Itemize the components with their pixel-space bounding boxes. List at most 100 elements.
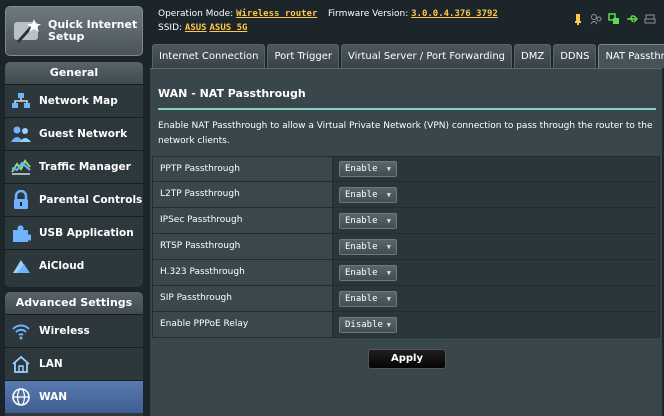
puzzle-icon bbox=[10, 222, 32, 244]
sidebar-item-wireless[interactable]: Wireless bbox=[5, 314, 143, 347]
setting-value-cell: Enable ▼ bbox=[333, 182, 659, 207]
dropdown-caret-icon: ▼ bbox=[386, 320, 391, 329]
operation-mode-link[interactable]: Wireless router bbox=[236, 9, 317, 19]
general-menu-header: General bbox=[5, 62, 143, 84]
setting-row: SIP Passthrough Enable ▼ bbox=[152, 286, 660, 312]
setting-label: L2TP Passthrough bbox=[153, 182, 333, 207]
tab-nat-passthrough[interactable]: NAT Passthrough bbox=[598, 44, 664, 68]
setting-label: PPTP Passthrough bbox=[153, 157, 333, 181]
page-description: Enable NAT Passthrough to allow a Virtua… bbox=[158, 121, 653, 146]
l2tp-passthrough-select[interactable]: Enable ▼ bbox=[339, 186, 397, 203]
usb-icon[interactable] bbox=[626, 10, 639, 23]
sip-passthrough-select[interactable]: Enable ▼ bbox=[339, 290, 397, 307]
title-divider bbox=[158, 108, 656, 110]
general-menu: General Network Map Guest Network Traffi… bbox=[5, 62, 143, 287]
sidebar-item-label: USB Application bbox=[39, 226, 134, 239]
setting-label: H.323 Passthrough bbox=[153, 260, 333, 285]
notification-icon[interactable] bbox=[572, 10, 584, 25]
setting-row: H.323 Passthrough Enable ▼ bbox=[152, 260, 660, 286]
dropdown-caret-icon: ▼ bbox=[386, 242, 391, 251]
operation-mode-line: Operation Mode: Wireless router bbox=[158, 9, 317, 19]
sidebar-item-label: Traffic Manager bbox=[39, 160, 131, 173]
sidebar-item-traffic-manager[interactable]: Traffic Manager bbox=[5, 150, 143, 183]
sidebar-item-usb-application[interactable]: USB Application bbox=[5, 216, 143, 249]
tab-dmz[interactable]: DMZ bbox=[514, 44, 552, 68]
traffic-chart-icon bbox=[10, 156, 32, 178]
cloud-icon bbox=[10, 255, 32, 277]
sidebar: Quick Internet Setup General Network Map… bbox=[0, 0, 148, 416]
h323-passthrough-select[interactable]: Enable ▼ bbox=[339, 264, 397, 281]
ssid-label: SSID: bbox=[158, 23, 183, 33]
setting-label: RTSP Passthrough bbox=[153, 234, 333, 259]
sidebar-item-network-map[interactable]: Network Map bbox=[5, 84, 143, 117]
settings-table: PPTP Passthrough Enable ▼ L2TP Passthroug… bbox=[152, 156, 660, 338]
pptp-passthrough-select[interactable]: Enable ▼ bbox=[339, 161, 397, 177]
select-value: Enable bbox=[345, 267, 378, 278]
tab-port-trigger[interactable]: Port Trigger bbox=[267, 44, 339, 68]
advanced-settings-menu: Advanced Settings Wireless LAN WAN bbox=[5, 292, 143, 416]
setting-value-cell: Enable ▼ bbox=[333, 234, 659, 259]
setting-row: Enable PPPoE Relay Disable ▼ bbox=[152, 312, 660, 338]
setting-value-cell: Enable ▼ bbox=[333, 260, 659, 285]
wan-tabs: Internet Connection Port Trigger Virtual… bbox=[152, 44, 664, 68]
setting-label: SIP Passthrough bbox=[153, 286, 333, 311]
page-title: WAN - NAT Passthrough bbox=[158, 87, 306, 100]
setting-row: L2TP Passthrough Enable ▼ bbox=[152, 182, 660, 208]
sidebar-item-guest-network[interactable]: Guest Network bbox=[5, 117, 143, 150]
ssid-line: SSID: ASUS ASUS_5G bbox=[158, 23, 247, 33]
select-value: Enable bbox=[345, 241, 378, 252]
network-map-icon bbox=[10, 90, 32, 112]
sidebar-item-wan[interactable]: WAN bbox=[5, 380, 143, 413]
guest-network-icon bbox=[10, 123, 32, 145]
ipsec-passthrough-select[interactable]: Enable ▼ bbox=[339, 212, 397, 229]
sidebar-item-lan[interactable]: LAN bbox=[5, 347, 143, 380]
wifi-icon bbox=[10, 320, 32, 342]
sidebar-item-label: Network Map bbox=[39, 94, 118, 107]
apply-button[interactable]: Apply bbox=[368, 349, 446, 369]
select-value: Disable bbox=[345, 319, 383, 330]
magic-wand-icon bbox=[12, 16, 42, 46]
select-value: Enable bbox=[345, 293, 378, 304]
dropdown-caret-icon: ▼ bbox=[386, 216, 391, 225]
lock-icon bbox=[10, 189, 32, 211]
select-value: Enable bbox=[345, 189, 378, 200]
sidebar-item-label: Parental Controls bbox=[39, 193, 143, 206]
ssid-link-24g[interactable]: ASUS bbox=[185, 23, 207, 33]
content-panel: WAN - NAT Passthrough Enable NAT Passthr… bbox=[150, 68, 662, 416]
sidebar-item-aicloud[interactable]: AiCloud bbox=[5, 249, 143, 282]
firmware-version-link[interactable]: 3.0.0.4.376_3792 bbox=[411, 9, 498, 19]
rtsp-passthrough-select[interactable]: Enable ▼ bbox=[339, 238, 397, 255]
setting-row: IPSec Passthrough Enable ▼ bbox=[152, 208, 660, 234]
ssid-link-5g[interactable]: ASUS_5G bbox=[209, 23, 247, 33]
printer-icon[interactable] bbox=[644, 10, 656, 24]
select-value: Enable bbox=[345, 215, 378, 226]
quick-internet-setup-label: Quick Internet Setup bbox=[48, 18, 138, 43]
dropdown-caret-icon: ▼ bbox=[386, 190, 391, 199]
firmware-label: Firmware Version: bbox=[328, 9, 409, 19]
home-icon bbox=[10, 353, 32, 375]
operation-mode-label: Operation Mode: bbox=[158, 9, 234, 19]
setting-label: IPSec Passthrough bbox=[153, 208, 333, 233]
sidebar-item-label: AiCloud bbox=[39, 259, 85, 272]
pppoe-relay-select[interactable]: Disable ▼ bbox=[339, 316, 397, 333]
sidebar-item-label: LAN bbox=[39, 357, 63, 370]
dropdown-caret-icon: ▼ bbox=[386, 294, 391, 303]
sidebar-item-label: WAN bbox=[39, 390, 68, 403]
sidebar-item-label: Guest Network bbox=[39, 127, 128, 140]
quick-internet-setup-button[interactable]: Quick Internet Setup bbox=[5, 6, 143, 56]
setting-value-cell: Disable ▼ bbox=[333, 312, 659, 337]
connection-status-icon[interactable] bbox=[608, 10, 620, 24]
tab-virtual-server[interactable]: Virtual Server / Port Forwarding bbox=[340, 44, 513, 68]
setting-row: PPTP Passthrough Enable ▼ bbox=[152, 156, 660, 182]
dropdown-caret-icon: ▼ bbox=[386, 165, 391, 173]
clients-icon[interactable] bbox=[590, 10, 602, 25]
sidebar-item-label: Wireless bbox=[39, 324, 90, 337]
firmware-line: Firmware Version: 3.0.0.4.376_3792 bbox=[328, 9, 498, 19]
tab-internet-connection[interactable]: Internet Connection bbox=[152, 44, 266, 68]
advanced-settings-header: Advanced Settings bbox=[5, 292, 143, 314]
select-value: Enable bbox=[345, 164, 378, 174]
tab-ddns[interactable]: DDNS bbox=[553, 44, 597, 68]
status-bar: Operation Mode: Wireless router Firmware… bbox=[152, 6, 660, 40]
sidebar-item-parental-controls[interactable]: Parental Controls bbox=[5, 183, 143, 216]
setting-value-cell: Enable ▼ bbox=[333, 208, 659, 233]
